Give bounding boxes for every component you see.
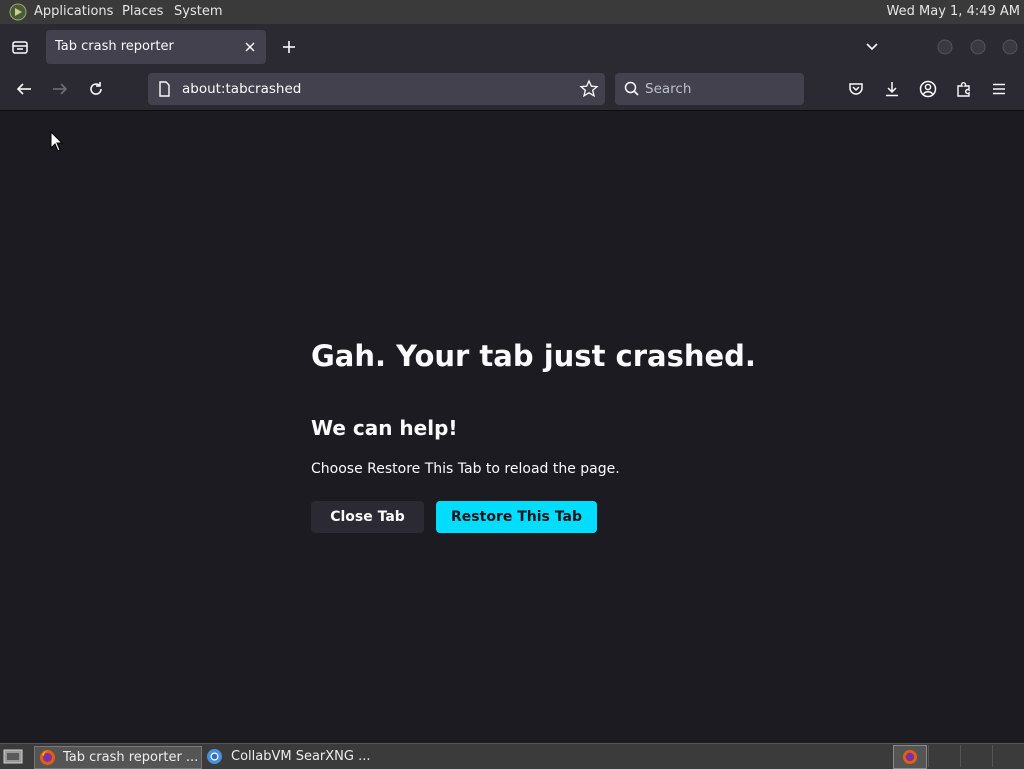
reload-icon[interactable]	[86, 79, 106, 99]
back-icon[interactable]	[14, 79, 34, 99]
help-description: Choose Restore This Tab to reload the pa…	[311, 461, 620, 477]
url-bar[interactable]: about:tabcrashed	[148, 73, 605, 105]
gnome-foot-icon[interactable]	[9, 3, 27, 21]
workspace-switcher[interactable]	[928, 745, 959, 767]
account-icon[interactable]	[918, 79, 938, 99]
window-controls[interactable]	[935, 38, 1020, 56]
menu-system[interactable]: System	[174, 4, 222, 19]
tab-crash-reporter[interactable]: Tab crash reporter	[46, 30, 266, 64]
page-icon	[159, 81, 170, 97]
forward-icon[interactable]	[50, 79, 70, 99]
search-bar[interactable]: Search	[615, 73, 804, 105]
close-icon[interactable]	[240, 37, 260, 57]
tab-manager-icon[interactable]	[10, 37, 30, 57]
mouse-cursor-icon	[50, 131, 64, 152]
search-icon	[624, 81, 639, 96]
url-text: about:tabcrashed	[182, 81, 302, 97]
show-desktop-icon[interactable]	[3, 747, 23, 765]
pocket-icon[interactable]	[846, 79, 866, 99]
firefox-icon	[40, 750, 55, 765]
crash-title: Gah. Your tab just crashed.	[311, 339, 756, 373]
clock[interactable]: Wed May 1, 4:49 AM	[887, 4, 1020, 19]
restore-tab-button[interactable]: Restore This Tab	[436, 501, 597, 533]
menu-applications[interactable]: Applications	[34, 4, 113, 19]
taskbar-item-collabvm[interactable]: CollabVM SearXNG ...	[203, 746, 371, 767]
chevron-down-icon[interactable]	[862, 36, 882, 56]
search-placeholder: Search	[645, 81, 692, 97]
bookmark-star-icon[interactable]	[579, 79, 599, 99]
taskbar-label: Tab crash reporter ...	[63, 750, 199, 765]
workspace-switcher[interactable]	[960, 745, 991, 767]
top-panel: Applications Places System Wed May 1, 4:…	[0, 0, 1024, 24]
tab-title: Tab crash reporter	[55, 39, 174, 54]
firefox-icon	[902, 749, 918, 765]
menu-icon[interactable]	[989, 79, 1009, 99]
bottom-panel: Tab crash reporter ... CollabVM SearXNG …	[0, 743, 1024, 769]
download-icon[interactable]	[882, 79, 902, 99]
workspace-switcher[interactable]	[992, 745, 1023, 767]
workspace-switcher-active[interactable]	[893, 745, 927, 769]
help-heading: We can help!	[311, 416, 458, 440]
menu-places[interactable]: Places	[122, 4, 163, 19]
chromium-icon	[207, 749, 222, 764]
page-content: Gah. Your tab just crashed. We can help!…	[0, 111, 1024, 743]
taskbar-item-tab-crash-reporter[interactable]: Tab crash reporter ...	[34, 746, 202, 769]
new-tab-icon[interactable]	[279, 37, 299, 57]
nav-toolbar: about:tabcrashed Search	[0, 69, 1024, 111]
extensions-icon[interactable]	[954, 79, 974, 99]
tab-strip: Tab crash reporter	[0, 24, 1024, 69]
taskbar-label: CollabVM SearXNG ...	[231, 749, 371, 764]
close-tab-button[interactable]: Close Tab	[311, 501, 424, 533]
